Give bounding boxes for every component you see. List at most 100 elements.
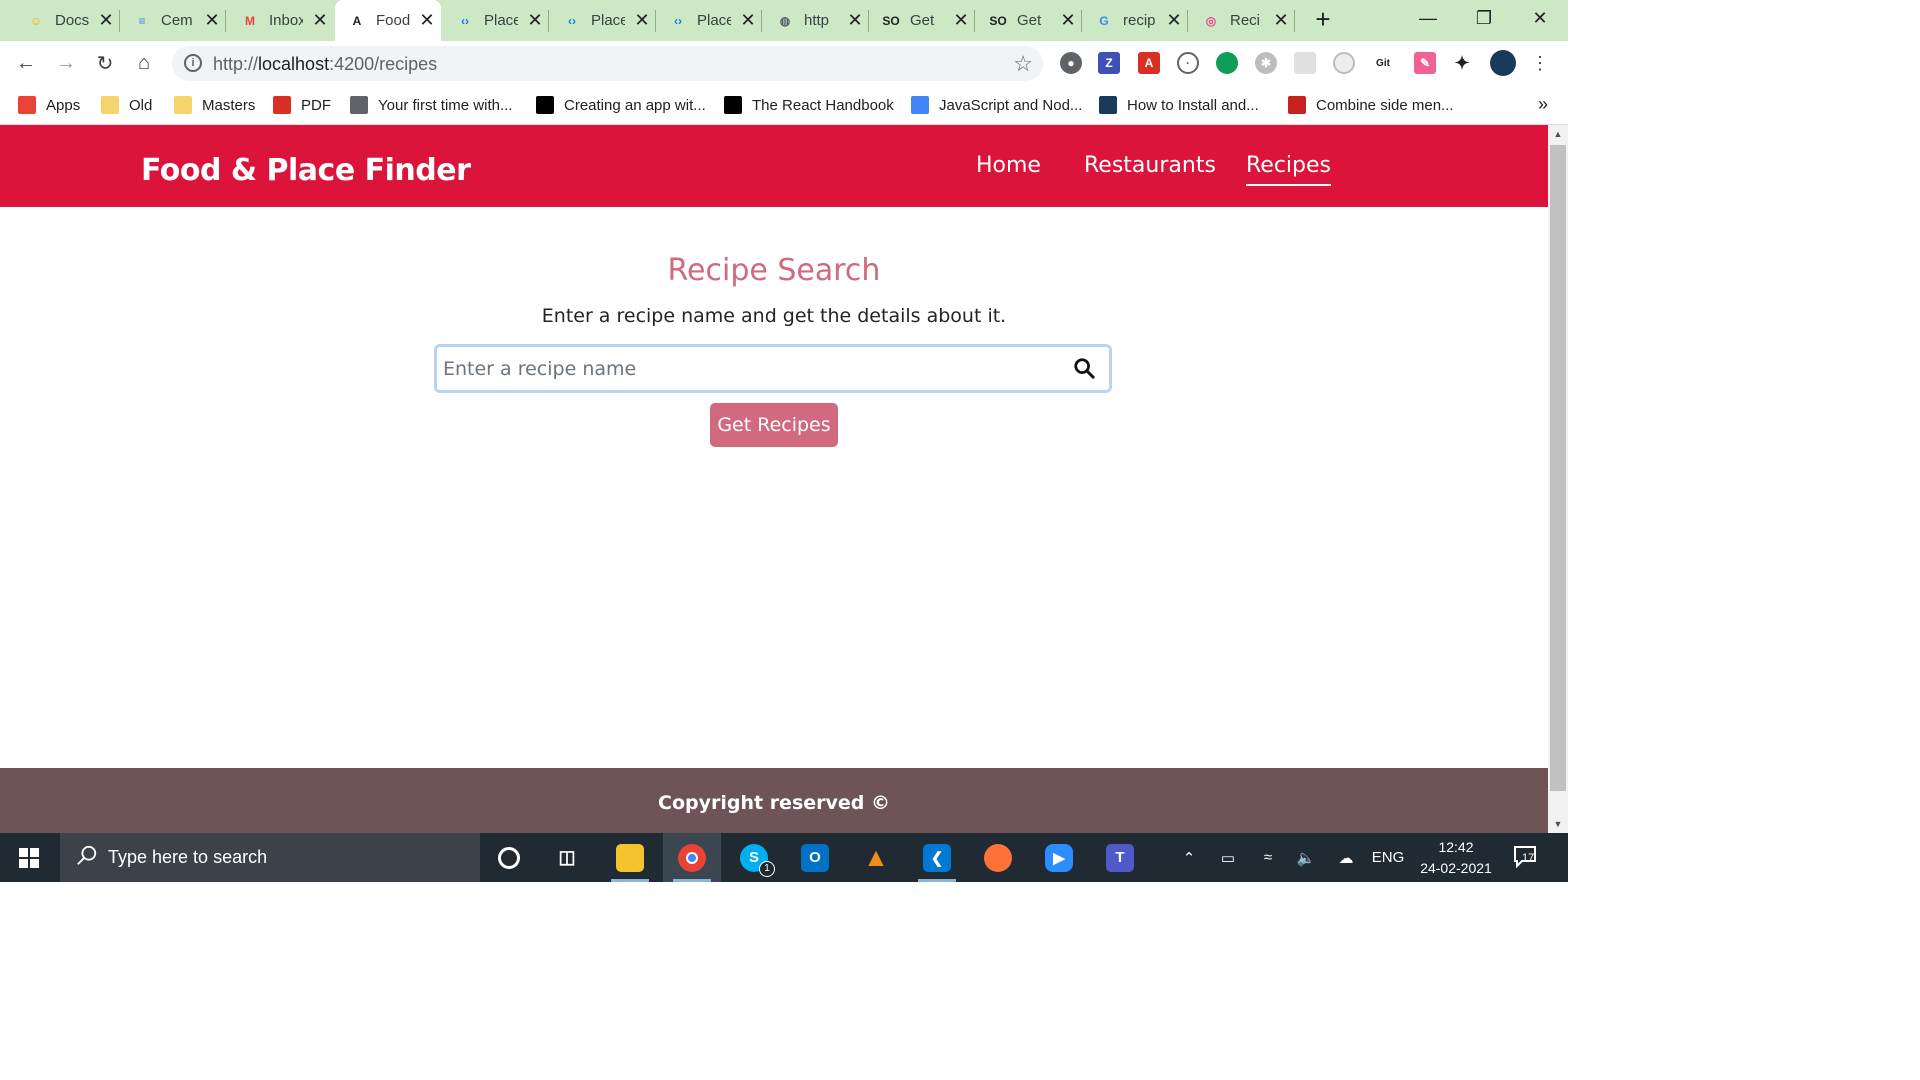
close-tab-icon[interactable]: ✕ — [203, 10, 221, 31]
reload-icon[interactable]: ↻ — [91, 49, 119, 77]
browser-tab[interactable]: M Inbox ✕ — [228, 0, 334, 41]
color-picker-extension-icon[interactable]: ✎ — [1414, 52, 1436, 74]
browser-tab[interactable]: ◎ Reci ✕ — [1189, 0, 1295, 41]
get-recipes-button[interactable]: Get Recipes — [710, 403, 838, 447]
close-tab-icon[interactable]: ✕ — [952, 10, 970, 31]
chrome-taskbar-icon[interactable] — [663, 833, 721, 882]
task-view-icon[interactable]: ◫ — [538, 833, 596, 882]
gear-extension-icon[interactable]: ✱ — [1255, 52, 1277, 74]
bookmark-item[interactable]: JavaScript and Nod... — [911, 93, 1082, 117]
search-icon[interactable] — [1073, 357, 1095, 379]
close-tab-icon[interactable]: ✕ — [418, 10, 436, 31]
tab-separator — [974, 10, 975, 32]
new-tab-button[interactable]: + — [1308, 4, 1338, 36]
browser-tab[interactable]: Grecip ✕ — [1082, 0, 1188, 41]
outlook-icon[interactable]: O — [786, 833, 844, 882]
bookmark-item[interactable]: The React Handbook — [724, 93, 894, 117]
onedrive-cloud-icon[interactable]: ☁ — [1330, 833, 1362, 882]
back-arrow-icon[interactable]: ← — [12, 49, 40, 77]
scroll-up-arrow-icon[interactable]: ▲ — [1548, 125, 1568, 143]
nav-home[interactable]: Home — [976, 153, 1041, 178]
browser-tab[interactable]: SO Get ✕ — [976, 0, 1082, 41]
close-tab-icon[interactable]: ✕ — [1165, 10, 1183, 31]
page-scrollbar[interactable]: ▲ ▼ — [1548, 125, 1568, 833]
bookmark-item[interactable]: Creating an app wit... — [536, 93, 706, 117]
address-bar[interactable]: i http://localhost:4200/recipes ☆ — [172, 46, 1043, 81]
system-clock[interactable]: 12:42 24-02-2021 — [1414, 837, 1498, 879]
extension-circle-icon[interactable]: ● — [1060, 52, 1082, 74]
zotero-extension-icon[interactable]: Z — [1098, 52, 1120, 74]
wifi-icon[interactable]: ≈ — [1254, 833, 1282, 882]
blank-extension-icon[interactable] — [1294, 52, 1316, 74]
close-tab-icon[interactable]: ✕ — [97, 10, 115, 31]
cortana-icon[interactable] — [480, 833, 538, 882]
bookmark-item[interactable]: Your first time with... — [350, 93, 513, 117]
bookmark-item[interactable]: How to Install and... — [1099, 93, 1259, 117]
browser-tab[interactable]: ☺ Docs ✕ — [14, 0, 120, 41]
battery-icon[interactable]: ▭ — [1214, 833, 1242, 882]
show-hidden-icons-chevron-icon[interactable]: ⌃ — [1176, 833, 1202, 882]
home-icon[interactable]: ⌂ — [130, 49, 158, 77]
close-tab-icon[interactable]: ✕ — [846, 10, 864, 31]
browser-tab[interactable]: ≡ Cem ✕ — [120, 0, 226, 41]
file-explorer-icon[interactable] — [601, 833, 659, 882]
recipe-search-input[interactable] — [443, 353, 1053, 385]
bookmark-item[interactable]: PDF — [273, 93, 331, 117]
scroll-down-arrow-icon[interactable]: ▼ — [1548, 815, 1568, 833]
app-brand[interactable]: Food & Place Finder — [141, 153, 471, 188]
bookmark-item[interactable]: Old — [101, 93, 152, 117]
nav-restaurants[interactable]: Restaurants — [1084, 153, 1216, 178]
tab-title: Inbox — [269, 12, 303, 29]
close-tab-icon[interactable]: ✕ — [633, 10, 651, 31]
puzzle-extensions-icon[interactable]: ✦ — [1451, 52, 1473, 74]
site-info-icon[interactable]: i — [184, 54, 202, 72]
start-button[interactable] — [0, 833, 58, 882]
close-tab-icon[interactable]: ✕ — [311, 10, 329, 31]
bookmark-star-icon[interactable]: ☆ — [1013, 51, 1033, 77]
vlc-icon[interactable]: ▲ — [847, 833, 905, 882]
bookmarks-overflow-chevron-icon[interactable]: » — [1538, 94, 1548, 115]
restore-button[interactable]: ❐ — [1456, 0, 1512, 36]
scrollbar-thumb[interactable] — [1550, 145, 1566, 791]
browser-tab[interactable]: ‹› Place ✕ — [656, 0, 762, 41]
bookmark-label: Masters — [202, 96, 256, 114]
browser-tab[interactable]: ‹› Place ✕ — [550, 0, 656, 41]
teams-icon[interactable]: T — [1091, 833, 1149, 882]
bookmark-label: Creating an app wit... — [564, 96, 706, 114]
language-indicator[interactable]: ENG — [1368, 833, 1408, 882]
close-tab-icon[interactable]: ✕ — [1272, 10, 1290, 31]
bookmark-item[interactable]: Apps — [18, 93, 80, 117]
profile-avatar[interactable] — [1490, 50, 1516, 76]
target-extension-icon[interactable] — [1333, 52, 1355, 74]
close-tab-icon[interactable]: ✕ — [1059, 10, 1077, 31]
code-extension-icon[interactable]: · — [1177, 52, 1199, 74]
adobe-extension-icon[interactable]: A — [1138, 52, 1160, 74]
chat-extension-icon[interactable] — [1216, 52, 1238, 74]
volume-muted-icon[interactable]: 🔈 — [1292, 833, 1320, 882]
code-brackets-icon: ‹› — [568, 13, 576, 28]
windows-logo-icon — [19, 847, 39, 868]
close-window-button[interactable]: ✕ — [1512, 0, 1568, 36]
url-text[interactable]: http://localhost:4200/recipes — [213, 54, 437, 75]
nav-recipes[interactable]: Recipes — [1246, 153, 1332, 186]
browser-tab[interactable]: A Food ✕ — [335, 0, 441, 41]
close-tab-icon[interactable]: ✕ — [739, 10, 757, 31]
notification-center-icon[interactable]: 17 — [1512, 843, 1542, 873]
skype-icon[interactable]: S1 — [725, 833, 783, 882]
zoom-icon[interactable]: ▶ — [1030, 833, 1088, 882]
firefox-icon[interactable] — [969, 833, 1027, 882]
browser-tab[interactable]: SO Get ✕ — [869, 0, 975, 41]
bookmark-item[interactable]: Masters — [174, 93, 255, 117]
vscode-icon[interactable]: ❮ — [908, 833, 966, 882]
gitzip-extension-icon[interactable]: Git — [1372, 52, 1394, 74]
browser-tab[interactable]: ◍ http ✕ — [763, 0, 869, 41]
close-tab-icon[interactable]: ✕ — [526, 10, 544, 31]
taskbar-search-box[interactable]: Type here to search — [60, 833, 480, 882]
browser-tab[interactable]: ‹› Place ✕ — [443, 0, 549, 41]
minimize-button[interactable]: — — [1400, 0, 1456, 36]
bookmark-item[interactable]: Combine side men... — [1288, 93, 1454, 117]
bookmarks-bar: Apps Old Masters PDF Your first time with...… — [0, 86, 1568, 125]
tab-title: Place — [697, 12, 731, 29]
forward-arrow-icon[interactable]: → — [52, 49, 80, 77]
chrome-menu-icon[interactable]: ⋮ — [1526, 49, 1554, 77]
